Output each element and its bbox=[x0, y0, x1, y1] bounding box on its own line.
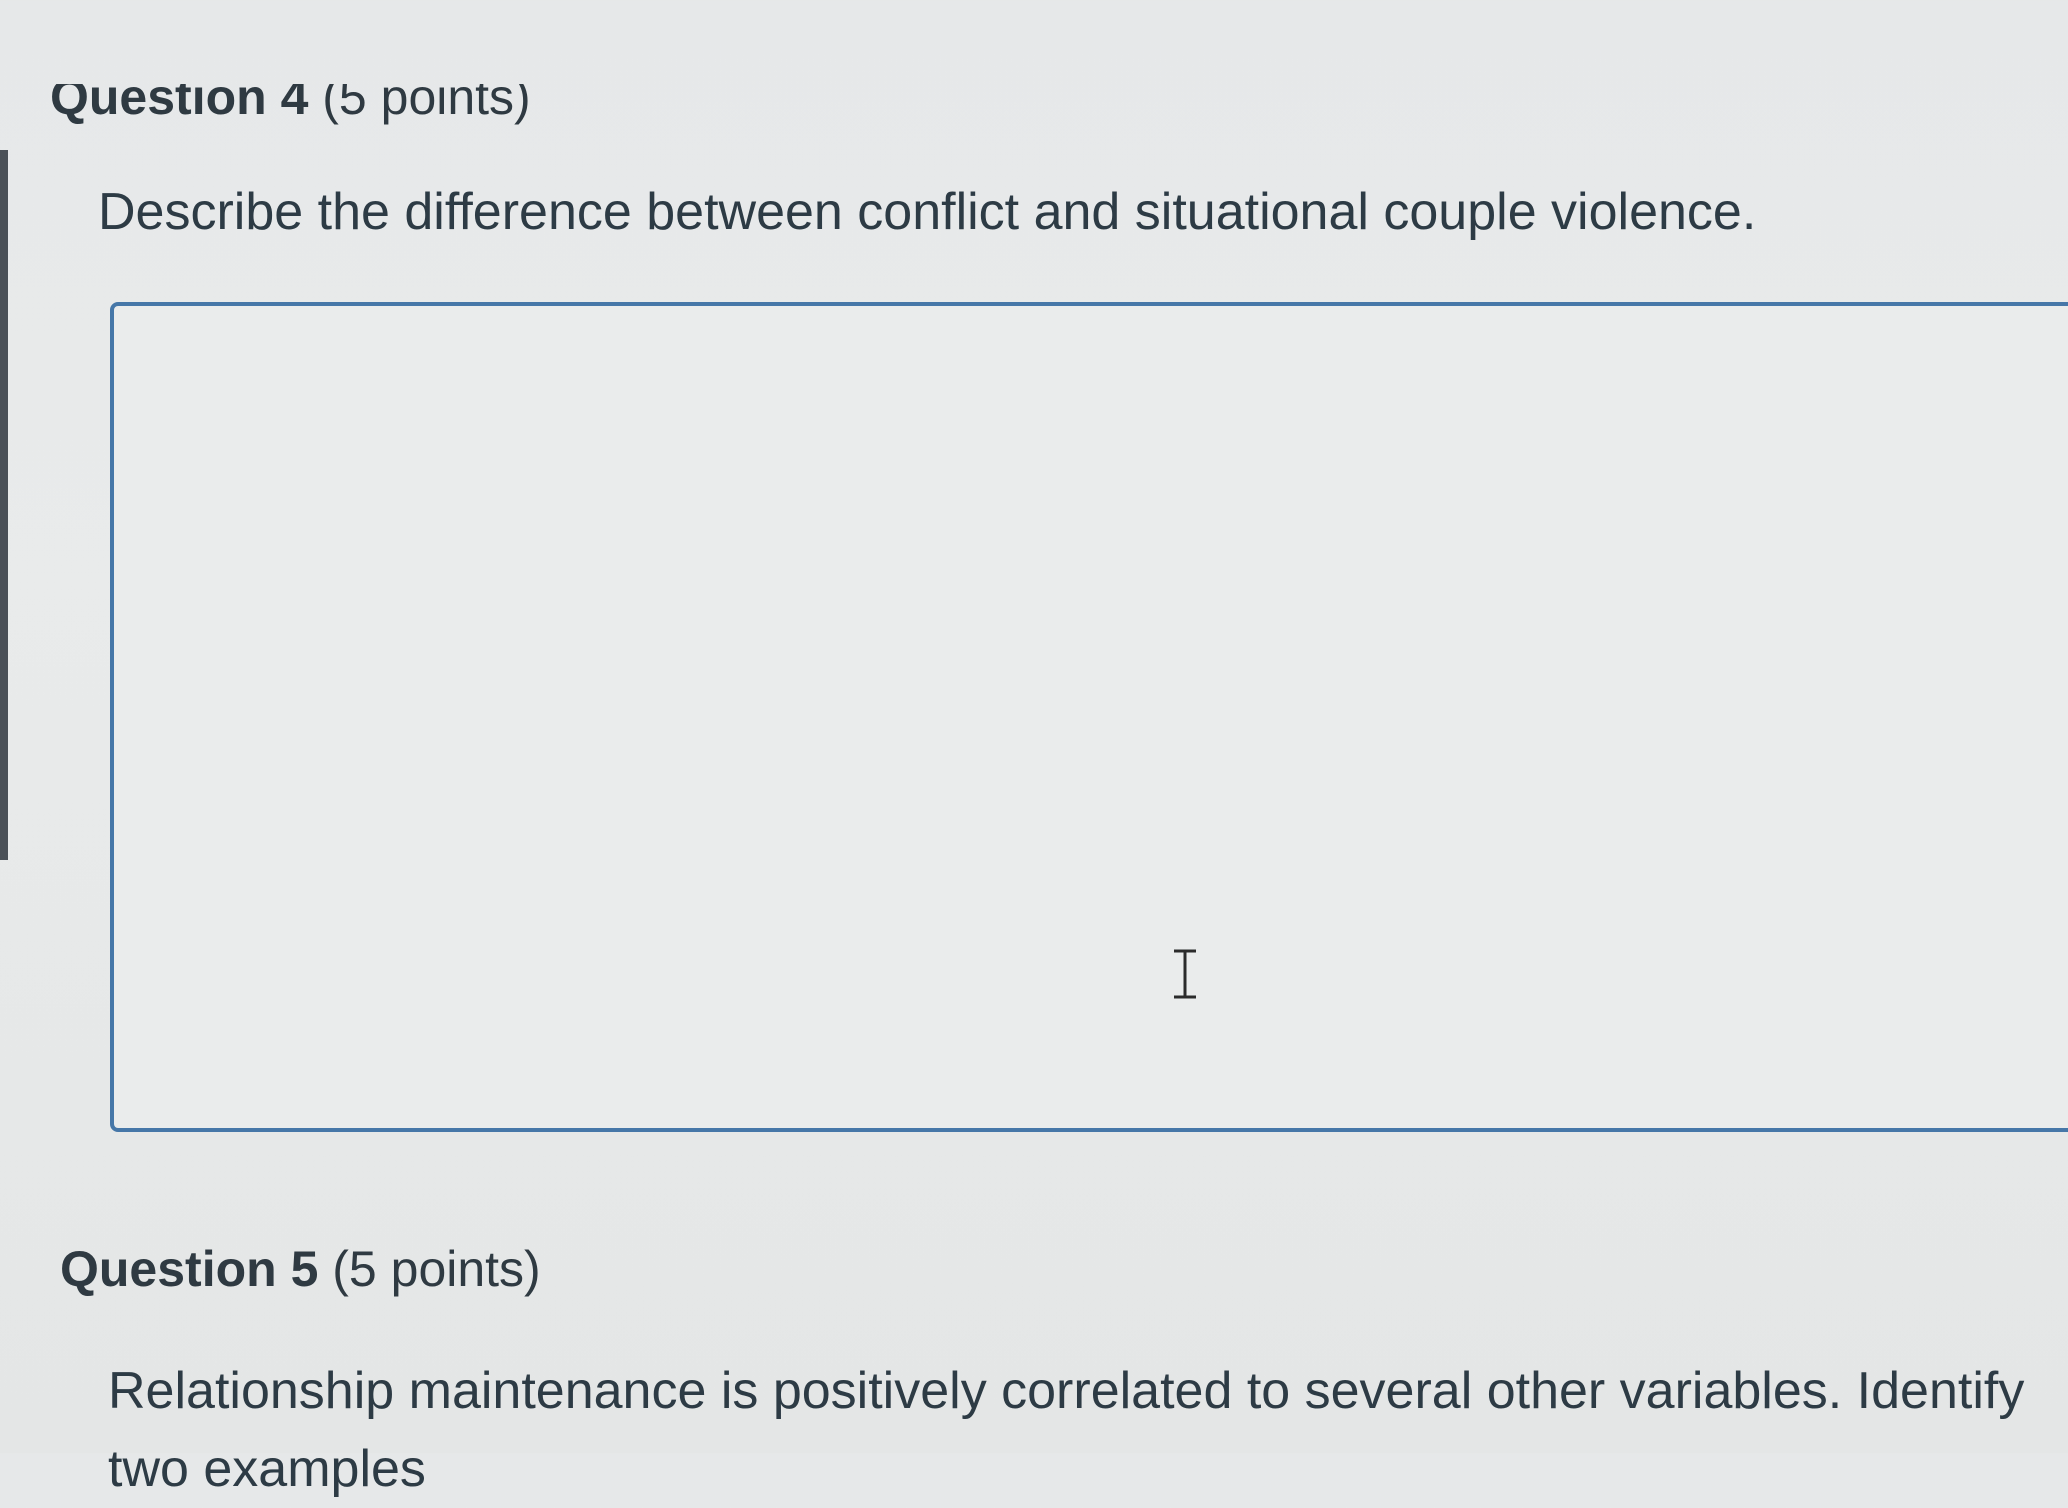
question-5-points: (5 points) bbox=[332, 1241, 541, 1297]
question-4-points: (5 points) bbox=[322, 69, 531, 125]
left-edge-bar bbox=[0, 150, 8, 860]
question-5-number: Question 5 bbox=[60, 1241, 319, 1297]
question-4-heading: Question 4 (5 points) bbox=[50, 69, 531, 126]
question-4-prompt: Describe the difference between conflict… bbox=[98, 183, 1757, 241]
question-5-heading: Question 5 (5 points) bbox=[60, 1240, 541, 1298]
question-5-prompt-line-2: two examples bbox=[108, 1440, 426, 1498]
question-5-prompt: Relationship maintenance is positively c… bbox=[108, 1352, 2024, 1508]
text-cursor-icon bbox=[1174, 949, 1196, 999]
question-4-number: Question 4 bbox=[50, 69, 309, 125]
question-4-answer-box[interactable] bbox=[110, 302, 2068, 1132]
question-5-prompt-line-1: Relationship maintenance is positively c… bbox=[108, 1362, 2025, 1420]
